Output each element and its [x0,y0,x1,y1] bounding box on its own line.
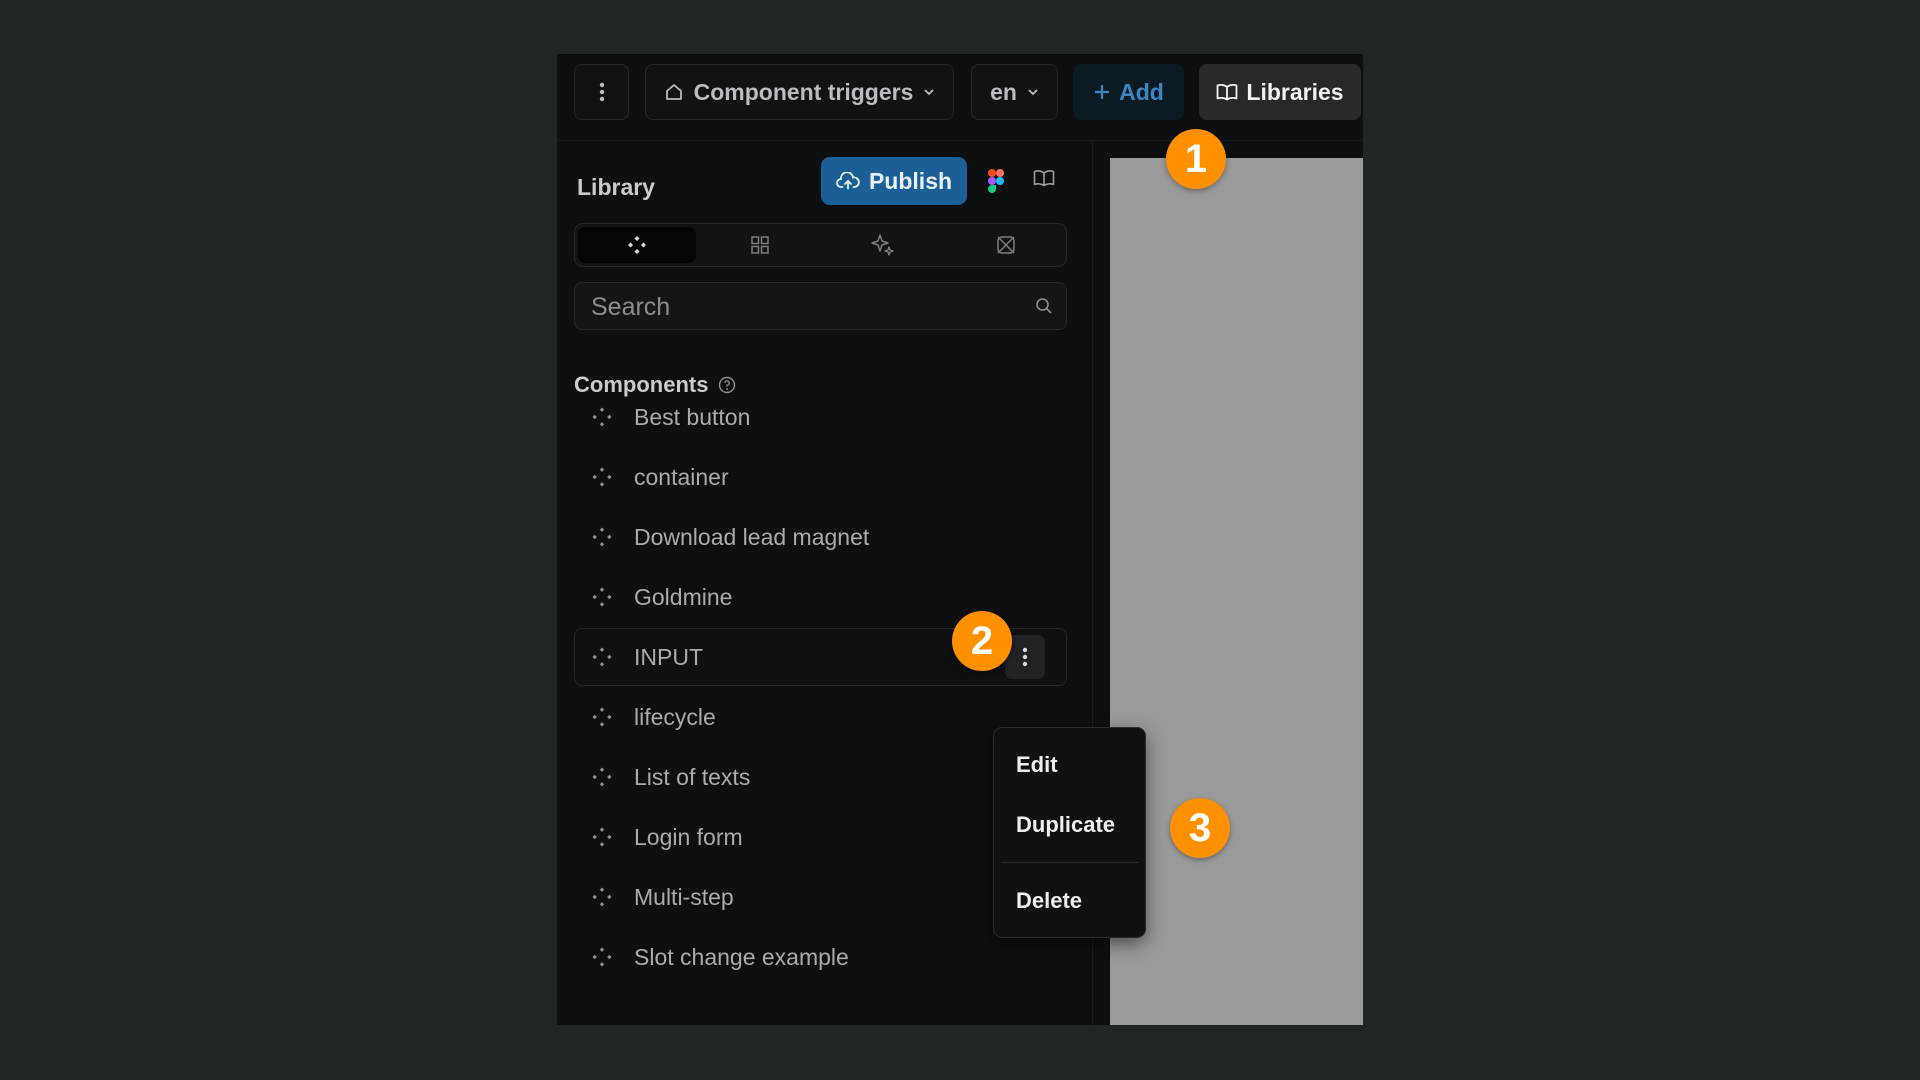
library-tabs [574,223,1067,267]
callout-badge: 3 [1170,798,1230,858]
top-bar: Component triggers en Add Libraries [557,54,1363,141]
library-title: Library [577,174,655,200]
components-icon [628,236,646,254]
context-menu: Edit Duplicate Delete [993,727,1146,938]
list-item-label: Goldmine [634,583,733,610]
component-icon [592,527,612,547]
page-name: Component triggers [693,78,914,105]
app-window: Component triggers en Add Libraries Libr… [557,54,1363,1025]
component-icon [592,947,612,967]
component-icon [592,767,612,787]
canvas-preview[interactable] [1110,158,1363,1025]
menu-divider [1001,862,1138,863]
page-select[interactable]: Component triggers [645,64,954,120]
list-item-label: Slot change example [634,943,849,970]
callout-badge: 1 [1166,129,1226,189]
list-item-label: Best button [634,403,751,430]
book-icon[interactable] [1033,169,1055,187]
callout-badge: 2 [952,611,1012,671]
tab-ai[interactable] [824,227,942,263]
component-icon [592,467,612,487]
search-icon [1036,298,1052,314]
more-options-button[interactable] [574,64,629,120]
add-button[interactable]: Add [1073,64,1184,120]
tab-figma[interactable] [947,227,1065,263]
sparkle-icon [871,234,894,256]
component-icon [592,647,612,667]
chevron-down-icon [924,89,935,96]
list-item-label: Download lead magnet [634,523,870,550]
search-box [574,282,1067,331]
list-item-label: List of texts [634,763,751,790]
search-input[interactable] [589,283,1013,331]
tab-sections[interactable] [701,227,819,263]
menu-item-delete[interactable]: Delete [1016,888,1082,914]
menu-item-duplicate[interactable]: Duplicate [1016,812,1115,838]
component-icon [592,827,612,847]
libraries-label: Libraries [1246,78,1344,105]
vertical-dots-icon [599,82,604,102]
plus-icon [1095,85,1110,99]
list-item[interactable]: Best button [574,388,1067,446]
component-icon [592,707,612,727]
language-value: en [990,78,1017,105]
menu-item-edit[interactable]: Edit [1016,752,1058,778]
component-icon [592,407,612,427]
chevron-down-icon [1028,89,1038,96]
list-item-label: lifecycle [634,703,716,730]
list-item[interactable]: Slot change example [574,928,1067,986]
home-icon [665,84,682,100]
list-item-label: container [634,463,729,490]
figma-icon[interactable] [988,169,1004,193]
grid-icon [751,236,769,254]
component-icon [592,587,612,607]
list-item[interactable]: container [574,448,1067,506]
vertical-dots-icon [1022,647,1028,667]
list-item-label: INPUT [634,643,703,670]
libraries-button[interactable]: Libraries [1199,64,1361,120]
publish-label: Publish [868,167,953,194]
tab-components[interactable] [578,227,696,263]
publish-button[interactable]: Publish [821,157,967,205]
language-select[interactable]: en [971,64,1058,120]
list-item-label: Login form [634,823,743,850]
cloud-upload-icon [836,172,860,190]
add-label: Add [1119,78,1164,105]
figma-outline-icon [997,236,1015,254]
book-icon [1217,83,1238,101]
component-icon [592,887,612,907]
list-item-label: Multi-step [634,883,734,910]
list-item[interactable]: Download lead magnet [574,508,1067,566]
